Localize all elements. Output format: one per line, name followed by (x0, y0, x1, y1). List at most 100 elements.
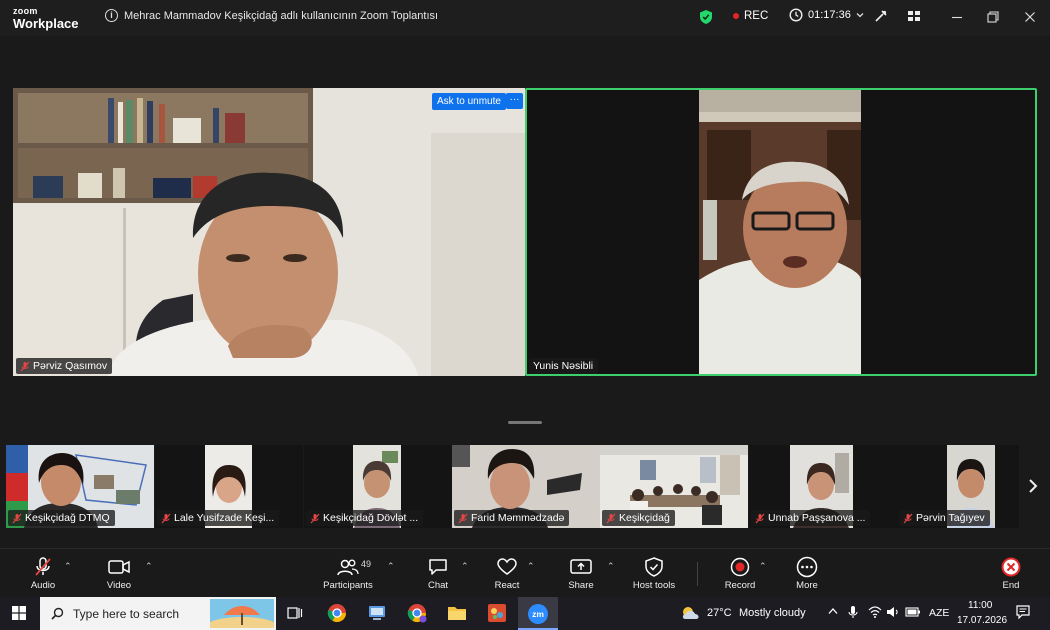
main-video-tile[interactable]: Pərviz Qasımov (13, 88, 525, 376)
windows-start-icon[interactable] (12, 606, 26, 620)
search-icon (51, 607, 64, 620)
clock-icon (789, 8, 803, 22)
end-call-icon (1001, 557, 1021, 577)
gallery-tile[interactable]: Lale Yusifzade Keşi... (155, 445, 303, 528)
participants-options-caret[interactable]: ⌃ (387, 561, 395, 572)
zoom-taskbar-app[interactable]: zm (518, 597, 558, 630)
ask-to-unmute-button[interactable]: Ask to unmute (432, 93, 506, 110)
end-button[interactable]: End (996, 556, 1026, 591)
audio-options-caret[interactable]: ⌃ (64, 561, 72, 572)
tile-more-button[interactable]: ··· (506, 93, 523, 109)
audio-label: Audio (30, 580, 56, 591)
more-button[interactable]: More (792, 556, 822, 591)
audio-button[interactable]: Audio (26, 556, 60, 591)
participant-name-tag: Pərvin Tağıyev (899, 510, 990, 526)
participant-name-tag: Yunis Nəsibli (529, 358, 599, 374)
meeting-timer[interactable]: 01:17:36 (789, 8, 864, 22)
participant-name-tag: Keşikçidağ DTMQ (8, 510, 115, 526)
resize-handle[interactable] (508, 421, 542, 424)
share-screen-icon (570, 559, 592, 574)
gallery-tile[interactable]: Farid Məmmədzadə (452, 445, 600, 528)
zoom-logo: zoom Workplace (0, 5, 90, 31)
host-tools-button[interactable]: Host tools (628, 556, 680, 591)
heart-icon (497, 558, 517, 575)
mic-muted-icon (310, 513, 320, 523)
logo-line2: Workplace (13, 15, 79, 31)
record-icon (730, 557, 750, 577)
weather-cloud-icon (682, 607, 699, 619)
end-label: End (1002, 580, 1020, 591)
folder-icon[interactable] (447, 604, 467, 622)
zoom-app-icon: zm (528, 604, 548, 624)
active-speaker-tile[interactable]: Yunis Nəsibli (525, 88, 1037, 376)
weather-temperature[interactable]: 27°C (707, 607, 732, 619)
participant-name-tag: Keşikçidağ (602, 510, 675, 526)
annotate-icon[interactable] (873, 8, 889, 24)
share-button[interactable]: Share (566, 556, 596, 591)
participant-name: Yunis Nəsibli (533, 360, 594, 372)
toolbar-divider (697, 562, 698, 586)
react-label: React (494, 580, 520, 591)
search-highlight-image (210, 599, 274, 628)
more-label: More (796, 580, 818, 591)
participant-name: Pərvin Tağıyev (916, 512, 985, 524)
participant-video (527, 90, 1035, 374)
clock-time[interactable]: 11:00 (968, 600, 992, 611)
mic-muted-icon (606, 513, 616, 523)
logo-line1: zoom (13, 5, 38, 16)
chat-label: Chat (427, 580, 449, 591)
network-app-icon[interactable] (367, 603, 387, 623)
record-button[interactable]: Record (722, 556, 758, 591)
participant-name: Unnab Paşşanova ... (768, 512, 866, 524)
meeting-toolbar (0, 548, 1050, 596)
close-icon[interactable] (1019, 6, 1041, 28)
react-button[interactable]: React (492, 556, 522, 591)
chat-options-caret[interactable]: ⌃ (461, 561, 469, 572)
restore-icon[interactable] (982, 6, 1004, 28)
chevron-up-icon[interactable] (828, 607, 838, 615)
weather-description[interactable]: Mostly cloudy (739, 607, 806, 619)
share-options-caret[interactable]: ⌃ (607, 561, 615, 572)
shield-icon (645, 557, 663, 577)
chevron-right-icon[interactable] (1028, 478, 1038, 494)
participant-name: Lale Yusifzade Keşi... (174, 512, 275, 524)
chevron-down-icon (856, 13, 864, 18)
chrome-profile-icon[interactable] (407, 603, 427, 623)
participant-name-tag: Farid Məmmədzadə (454, 510, 570, 526)
gallery-view-icon[interactable] (906, 8, 922, 24)
gallery-tile[interactable]: Keşikçidağ Dövlət ... (304, 445, 452, 528)
taskbar-search[interactable]: Type here to search (40, 597, 276, 630)
battery-icon[interactable] (905, 607, 921, 617)
mic-muted-icon (458, 513, 468, 523)
video-options-caret[interactable]: ⌃ (145, 561, 153, 572)
microphone-icon[interactable] (848, 605, 858, 619)
shield-icon[interactable] (699, 9, 713, 25)
video-label: Video (106, 580, 132, 591)
info-icon[interactable]: i (105, 9, 118, 22)
notifications-icon[interactable] (1016, 605, 1030, 619)
gallery-tile[interactable]: Keşikçidağ DTMQ (6, 445, 154, 528)
camera-icon (108, 560, 130, 574)
gallery-tile[interactable]: Keşikçidağ (600, 445, 748, 528)
gallery-tile[interactable]: Pərvin Tağıyev (897, 445, 1019, 528)
record-options-caret[interactable]: ⌃ (759, 561, 767, 572)
task-view-icon[interactable] (287, 605, 303, 621)
participants-icon (337, 559, 359, 576)
participants-label: Participants (323, 580, 373, 591)
record-dot-icon (733, 13, 739, 19)
participant-name-tag: Lale Yusifzade Keşi... (157, 510, 280, 526)
wifi-icon[interactable] (868, 606, 882, 618)
gallery-tile[interactable]: Unnab Paşşanova ... (749, 445, 897, 528)
mic-muted-icon (903, 513, 913, 523)
paint-app-icon[interactable] (487, 603, 507, 623)
minimize-icon[interactable] (946, 6, 968, 28)
react-options-caret[interactable]: ⌃ (527, 561, 535, 572)
recording-indicator[interactable]: REC (733, 10, 768, 22)
chrome-icon[interactable] (327, 603, 347, 623)
video-button[interactable]: Video (103, 556, 135, 591)
speaker-icon[interactable] (886, 606, 900, 618)
mic-muted-icon (20, 361, 30, 371)
language-indicator[interactable]: AZE (929, 607, 949, 619)
clock-date[interactable]: 17.07.2026 (957, 615, 1007, 626)
chat-button[interactable]: Chat (424, 556, 452, 591)
